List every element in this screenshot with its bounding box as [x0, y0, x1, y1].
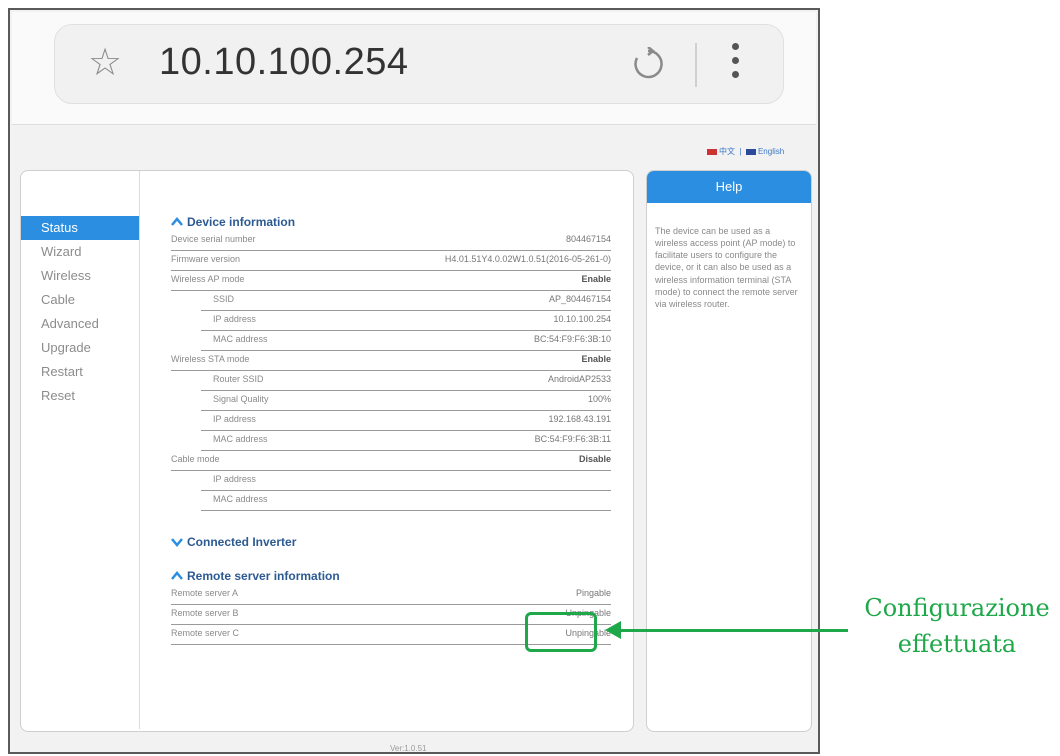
row-label: Signal Quality: [213, 394, 269, 404]
sidebar-item-reset[interactable]: Reset: [21, 384, 139, 408]
remote-server-header[interactable]: Remote server information: [171, 569, 611, 583]
chevron-up-icon: [171, 571, 183, 580]
row-value: 10.10.100.254: [553, 314, 611, 324]
browser-window: ☆ 10.10.100.254 中文 | English Status Wiza…: [8, 8, 820, 754]
language-switcher[interactable]: 中文 | English: [707, 146, 784, 157]
table-row: Router SSID AndroidAP2533: [201, 371, 611, 391]
table-row: Wireless STA mode Enable: [171, 351, 611, 371]
highlight-box: [525, 612, 597, 652]
sidebar-item-advanced[interactable]: Advanced: [21, 312, 139, 336]
sidebar: Status Wizard Wireless Cable Advanced Up…: [21, 171, 140, 729]
help-text: The device can be used as a wireless acc…: [655, 226, 798, 309]
row-label: Remote server A: [171, 588, 239, 598]
row-value: BC:54:F9:F6:3B:11: [534, 434, 611, 444]
row-value: Pingable: [575, 588, 611, 598]
lang-chinese[interactable]: 中文: [719, 147, 735, 156]
row-label: MAC address: [213, 494, 268, 504]
flag-uk-icon: [745, 148, 756, 155]
connected-inverter-title: Connected Inverter: [187, 535, 297, 549]
help-panel: Help The device can be used as a wireles…: [646, 170, 812, 732]
row-value: 192.168.43.191: [548, 414, 611, 424]
flag-cn-icon: [707, 148, 717, 155]
browser-toolbar: ☆ 10.10.100.254: [12, 12, 816, 125]
row-label: Firmware version: [171, 254, 241, 264]
table-row: IP address 192.168.43.191: [201, 411, 611, 431]
row-label: Wireless AP mode: [171, 274, 245, 284]
more-vert-icon[interactable]: [729, 43, 741, 87]
row-value: Enable: [581, 354, 611, 364]
device-info-header[interactable]: Device information: [171, 215, 611, 229]
row-label: IP address: [213, 314, 256, 324]
row-label: Wireless STA mode: [171, 354, 250, 364]
table-row: MAC address: [201, 491, 611, 511]
chevron-up-icon: [171, 217, 183, 226]
annotation-line2: effettuata: [897, 630, 1017, 658]
annotation-label: Configurazione effettuata: [862, 590, 1052, 662]
table-row: Wireless AP mode Enable: [171, 271, 611, 291]
table-row: SSID AP_804467154: [201, 291, 611, 311]
status-content: Device information Device serial number 8…: [171, 215, 611, 645]
sidebar-item-status[interactable]: Status: [21, 216, 139, 240]
address-bar[interactable]: ☆ 10.10.100.254: [54, 24, 784, 104]
connected-inverter-header[interactable]: Connected Inverter: [171, 535, 611, 549]
row-label: IP address: [213, 474, 256, 484]
row-label: Device serial number: [171, 234, 256, 244]
table-row: Signal Quality 100%: [201, 391, 611, 411]
chevron-down-icon: [171, 538, 183, 547]
row-value: BC:54:F9:F6:3B:10: [533, 334, 611, 344]
table-row: Firmware version H4.01.51Y4.0.02W1.0.51(2…: [171, 251, 611, 271]
row-label: IP address: [213, 414, 256, 424]
row-value: 804467154: [565, 234, 611, 244]
url-text[interactable]: 10.10.100.254: [159, 41, 409, 84]
device-info-title: Device information: [187, 215, 296, 229]
table-row: IP address: [201, 471, 611, 491]
sidebar-item-cable[interactable]: Cable: [21, 288, 139, 312]
annotation-line1: Configurazione: [864, 594, 1050, 622]
row-label: Remote server C: [171, 628, 240, 638]
toolbar-divider: [695, 43, 697, 87]
table-row: Device serial number 804467154: [171, 231, 611, 251]
arrow-line: [618, 629, 848, 632]
row-label: Remote server B: [171, 608, 239, 618]
row-label: SSID: [213, 294, 235, 304]
version-label: Ver:1.0.51: [390, 744, 427, 753]
sidebar-item-wireless[interactable]: Wireless: [21, 264, 139, 288]
row-value: 100%: [587, 394, 611, 404]
row-value: Disable: [578, 454, 611, 464]
lang-english[interactable]: English: [758, 147, 784, 156]
sidebar-item-upgrade[interactable]: Upgrade: [21, 336, 139, 360]
remote-server-title: Remote server information: [187, 569, 340, 583]
row-label: Cable mode: [171, 454, 220, 464]
row-value: AndroidAP2533: [547, 374, 611, 384]
table-row: IP address 10.10.100.254: [201, 311, 611, 331]
table-row: MAC address BC:54:F9:F6:3B:11: [201, 431, 611, 451]
sidebar-item-restart[interactable]: Restart: [21, 360, 139, 384]
table-row: MAC address BC:54:F9:F6:3B:10: [201, 331, 611, 351]
row-label: MAC address: [213, 434, 268, 444]
sidebar-item-wizard[interactable]: Wizard: [21, 240, 139, 264]
row-label: MAC address: [213, 334, 268, 344]
table-row: Remote server A Pingable: [171, 585, 611, 605]
row-label: Router SSID: [213, 374, 264, 384]
row-value: AP_804467154: [548, 294, 611, 304]
star-icon[interactable]: ☆: [85, 43, 125, 83]
row-value: Enable: [581, 274, 611, 284]
reload-icon[interactable]: [631, 47, 665, 81]
table-row: Cable mode Disable: [171, 451, 611, 471]
help-title: Help: [647, 171, 811, 203]
row-value: H4.01.51Y4.0.02W1.0.51(2016-05-261-0): [444, 254, 611, 264]
